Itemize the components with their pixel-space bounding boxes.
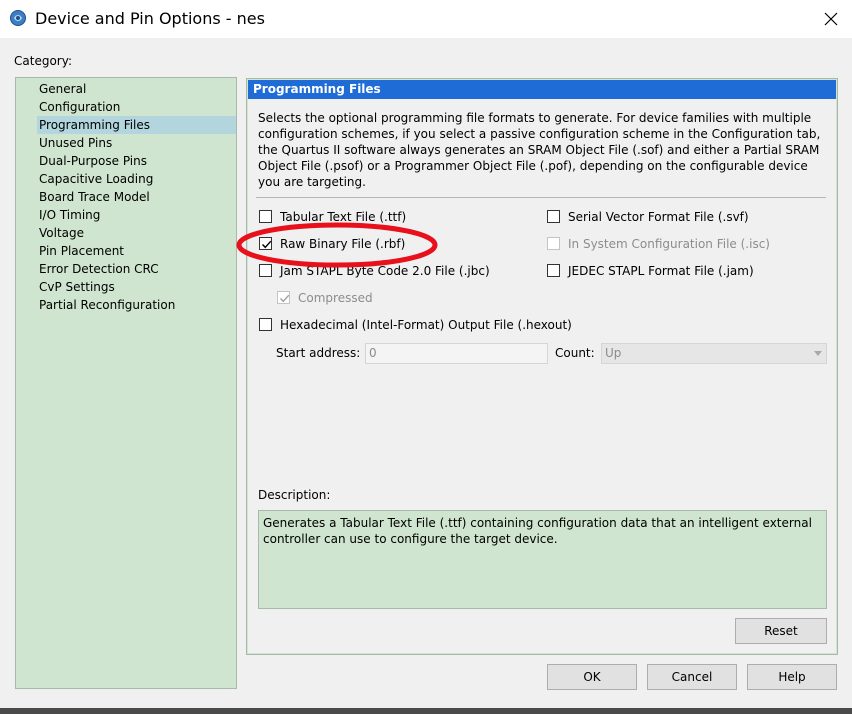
category-item-general[interactable]: General — [37, 80, 88, 98]
close-icon — [824, 12, 838, 26]
window-title: Device and Pin Options - nes — [35, 9, 265, 28]
category-label: Category: — [14, 54, 72, 68]
isc-label: In System Configuration File (.isc) — [568, 237, 770, 251]
jbc-checkbox[interactable] — [259, 264, 272, 277]
category-item-partial-reconfiguration[interactable]: Partial Reconfiguration — [37, 296, 177, 314]
description-text: Generates a Tabular Text File (.ttf) con… — [258, 510, 827, 609]
svf-checkbox[interactable] — [547, 210, 560, 223]
category-item-voltage[interactable]: Voltage — [37, 224, 86, 242]
category-item-unused-pins[interactable]: Unused Pins — [37, 134, 114, 152]
reset-button[interactable]: Reset — [735, 618, 827, 644]
description-label: Description: — [258, 488, 331, 502]
compressed-label: Compressed — [298, 291, 373, 305]
svf-label: Serial Vector Format File (.svf) — [568, 210, 749, 224]
chevron-down-icon — [814, 351, 822, 356]
category-item-io-timing[interactable]: I/O Timing — [37, 206, 102, 224]
panel-intro: Selects the optional programming file fo… — [258, 111, 821, 189]
category-item-dual-purpose-pins[interactable]: Dual-Purpose Pins — [37, 152, 149, 170]
checkmark-icon — [262, 240, 272, 249]
compressed-checkbox[interactable] — [277, 291, 290, 304]
close-button[interactable] — [812, 0, 852, 38]
category-item-board-trace-model[interactable]: Board Trace Model — [37, 188, 152, 206]
count-value: Up — [605, 346, 622, 360]
category-item-cvp-settings[interactable]: CvP Settings — [37, 278, 117, 296]
ttf-label: Tabular Text File (.ttf) — [280, 210, 407, 224]
cancel-button[interactable]: Cancel — [647, 664, 737, 690]
help-button[interactable]: Help — [747, 664, 837, 690]
category-item-capacitive-loading[interactable]: Capacitive Loading — [37, 170, 155, 188]
panel-header: Programming Files — [248, 80, 836, 99]
hexout-checkbox[interactable] — [259, 318, 272, 331]
divider — [256, 197, 826, 198]
quartus-app-icon — [9, 9, 27, 27]
rbf-label: Raw Binary File (.rbf) — [280, 237, 406, 251]
jam-label: JEDEC STAPL Format File (.jam) — [568, 264, 754, 278]
jbc-label: Jam STAPL Byte Code 2.0 File (.jbc) — [280, 264, 490, 278]
checkmark-icon — [280, 294, 290, 303]
start-address-label: Start address: — [276, 346, 361, 360]
category-item-pin-placement[interactable]: Pin Placement — [37, 242, 126, 260]
start-address-input[interactable]: 0 — [365, 343, 548, 364]
count-label: Count: — [555, 346, 595, 360]
jam-checkbox[interactable] — [547, 264, 560, 277]
category-item-configuration[interactable]: Configuration — [37, 98, 122, 116]
ok-button[interactable]: OK — [547, 664, 637, 690]
ttf-checkbox[interactable] — [259, 210, 272, 223]
category-item-programming-files[interactable]: Programming Files — [37, 116, 236, 134]
window-bottom-edge — [0, 708, 852, 714]
isc-checkbox[interactable] — [547, 237, 560, 250]
title-bar: Device and Pin Options - nes — [0, 0, 852, 38]
rbf-checkbox[interactable] — [259, 237, 272, 250]
hexout-label: Hexadecimal (Intel-Format) Output File (… — [280, 318, 572, 332]
count-select[interactable]: Up — [601, 343, 827, 364]
category-item-error-detection-crc[interactable]: Error Detection CRC — [37, 260, 161, 278]
